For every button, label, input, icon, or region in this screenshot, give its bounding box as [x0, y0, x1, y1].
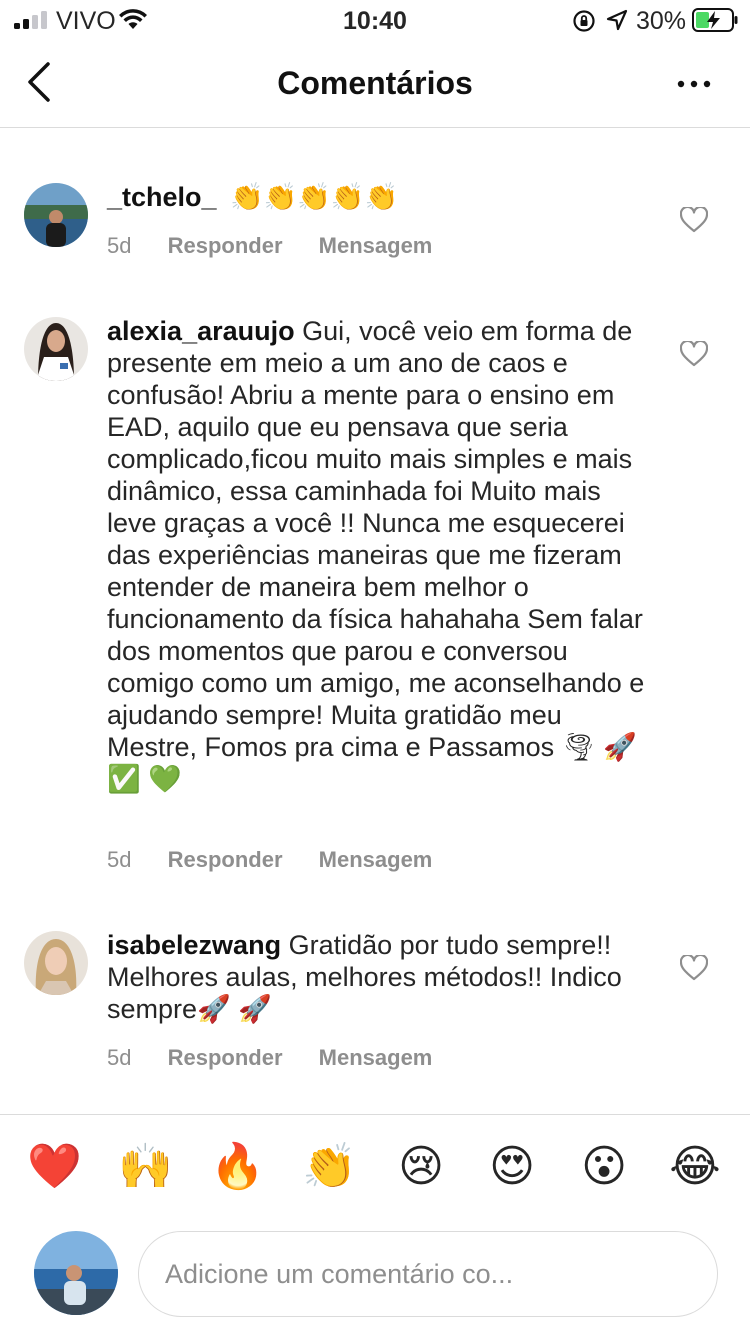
like-heart-icon[interactable]: [680, 341, 708, 367]
comment-age: 5d: [107, 847, 132, 872]
header: Comentários: [0, 40, 750, 128]
reaction-laughing[interactable]: 😂: [668, 1140, 722, 1194]
page-title: Comentários: [277, 65, 473, 101]
reaction-fire[interactable]: 🔥: [210, 1140, 265, 1194]
avatar-photo: [34, 1231, 118, 1315]
comment-meta: 5d Responder Mensagem: [107, 847, 462, 873]
current-user-avatar: [34, 1231, 118, 1315]
comment-meta: 5d Responder Mensagem: [107, 233, 462, 259]
message-button[interactable]: Mensagem: [319, 1045, 433, 1070]
divider: [0, 1114, 750, 1115]
status-bar: VIVO 10:40 30%: [0, 0, 750, 40]
reaction-clap[interactable]: 👏: [302, 1140, 357, 1194]
comment-age: 5d: [107, 1045, 132, 1070]
battery-percentage: 30%: [636, 7, 687, 35]
comment-text: isabelezwang Gratidão por tudo sempre!! …: [107, 929, 647, 1025]
reply-button[interactable]: Responder: [168, 1045, 283, 1070]
reaction-crying[interactable]: 😢: [394, 1140, 448, 1194]
reaction-surprised[interactable]: 😮: [577, 1140, 631, 1194]
reaction-raised-hands[interactable]: 🙌: [118, 1140, 173, 1194]
comment-text: alexia_arauujo Gui, você veio em forma d…: [107, 315, 647, 795]
like-heart-icon[interactable]: [680, 955, 708, 981]
avatar-photo: [24, 931, 88, 995]
more-options-icon[interactable]: [674, 70, 714, 98]
comment-meta: 5d Responder Mensagem: [107, 1045, 462, 1071]
avatar[interactable]: [24, 183, 88, 247]
avatar-photo: [24, 183, 88, 247]
reaction-heart[interactable]: ❤️: [27, 1140, 82, 1194]
avatar[interactable]: [24, 317, 88, 381]
comment-age: 5d: [107, 233, 132, 258]
comment-text: _tchelo_ 👏👏👏👏👏: [107, 181, 647, 214]
reply-button[interactable]: Responder: [168, 233, 283, 258]
reaction-heart-eyes[interactable]: 😍: [485, 1140, 539, 1194]
battery-charging-icon: [692, 8, 738, 32]
emoji-reaction-bar: ❤️ 🙌 🔥 👏 😢 😍 😮 😂: [0, 1140, 750, 1200]
comment-content: Gui, você veio em forma de presente em m…: [107, 316, 645, 794]
comment-username[interactable]: _tchelo_: [107, 182, 217, 212]
message-button[interactable]: Mensagem: [319, 847, 433, 872]
rotation-lock-icon: [573, 10, 595, 32]
comment-content: 👏👏👏👏👏: [230, 182, 399, 213]
comment-username[interactable]: alexia_arauujo: [107, 316, 295, 346]
avatar-photo: [24, 317, 88, 381]
reply-button[interactable]: Responder: [168, 847, 283, 872]
like-heart-icon[interactable]: [680, 207, 708, 233]
comment-username[interactable]: isabelezwang: [107, 930, 281, 960]
avatar[interactable]: [24, 931, 88, 995]
message-button[interactable]: Mensagem: [319, 233, 433, 258]
location-arrow-icon: [606, 9, 628, 31]
comment-input[interactable]: [138, 1231, 718, 1317]
